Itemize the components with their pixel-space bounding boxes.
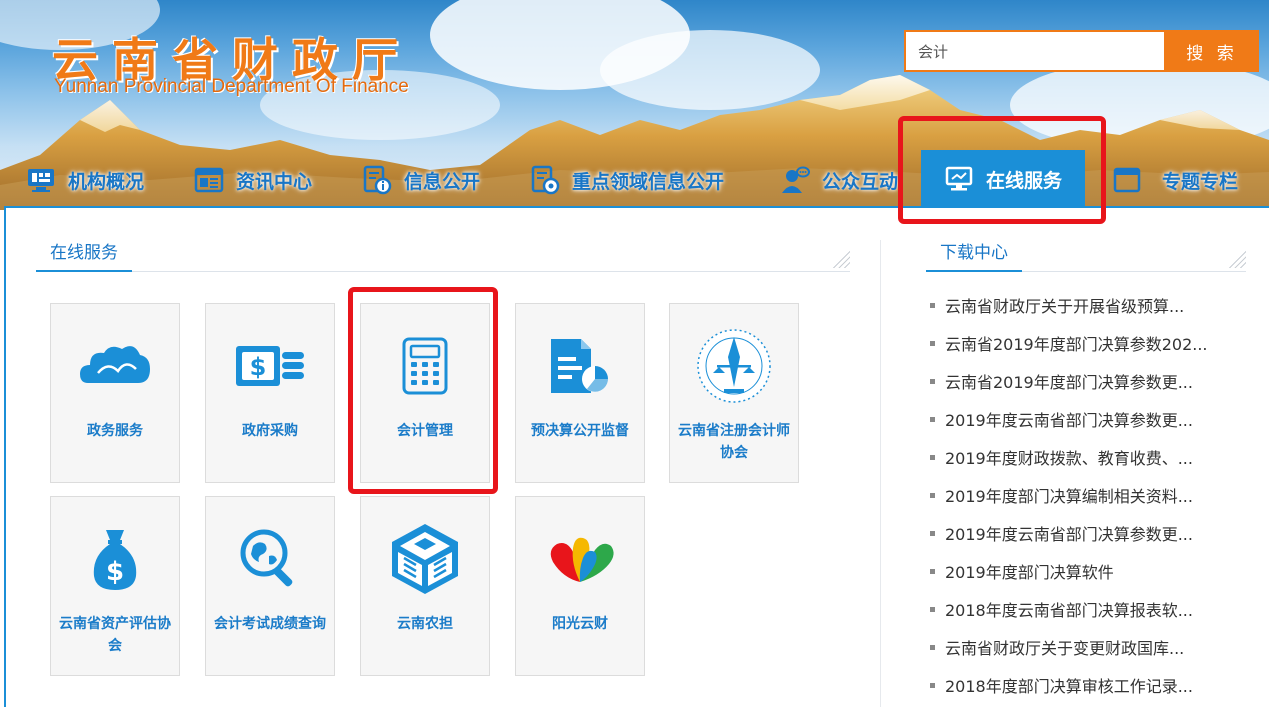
bullet-icon [930,416,935,422]
tile-label: 政务服务 [87,423,143,439]
bullet-icon [930,568,935,574]
bullet-icon [930,454,935,460]
tile-budget-disclosure[interactable]: 预决算公开监督 [515,303,645,483]
bullet-icon [930,530,935,536]
section-title[interactable]: 在线服务 [36,238,132,272]
tile-yunnan-agri-guarantee[interactable]: 云南农担 [360,496,490,676]
logo-english-title[interactable]: Yunnan Provincial Department Of Finance [54,76,409,98]
svg-text:$: $ [250,353,267,381]
download-link[interactable]: 云南省财政厅关于开展省级预算... [945,293,1184,317]
tile-government-procurement[interactable]: $ 政府采购 [205,303,335,483]
nav-label: 专题专栏 [1162,170,1239,193]
highlight-box-online-service [898,116,1106,224]
column-divider [880,240,881,707]
search-input[interactable] [904,30,1166,72]
highlight-box-accounting-management [348,287,498,494]
tile-asset-appraisal-association[interactable]: $ 云南省资产评估协会 [50,496,180,676]
search-button[interactable]: 搜 索 [1165,30,1259,72]
download-list: 云南省财政厅关于开展省级预算... 云南省2019年度部门决算参数202... … [930,286,1240,704]
list-item[interactable]: 云南省2019年度部门决算参数202... [930,324,1240,362]
news-icon [194,165,224,195]
list-item[interactable]: 2018年度云南省部门决算报表软... [930,590,1240,628]
nav-item-org-overview[interactable]: 机构概况 [26,158,144,202]
list-item[interactable]: 2019年度云南省部门决算参数更... [930,400,1240,438]
list-item[interactable]: 2019年度财政拨款、教育收费、... [930,438,1240,476]
section-title[interactable]: 下载中心 [926,238,1022,272]
money-card-icon: $ [230,326,310,406]
list-item[interactable]: 2019年度部门决算软件 [930,552,1240,590]
tile-label: 云南省注册会计师协会 [678,423,790,461]
nav-label: 公众互动 [822,170,899,193]
info-icon [362,165,392,195]
tile-cpa-association[interactable]: 云南省注册会计师协会 [669,303,799,483]
key-info-icon [530,165,560,195]
org-icon [26,165,56,195]
download-link[interactable]: 2019年度部门决算编制相关资料... [945,483,1193,507]
download-link[interactable]: 云南省财政厅关于变更财政国库... [945,635,1184,659]
globe-search-icon [230,519,310,599]
bullet-icon [930,644,935,650]
tile-label: 云南农担 [397,616,453,632]
download-link[interactable]: 2018年度云南省部门决算报表软... [945,597,1193,621]
download-link[interactable]: 2019年度云南省部门决算参数更... [945,407,1193,431]
download-link[interactable]: 云南省2019年度部门决算参数更... [945,369,1193,393]
cloud-icon [75,326,155,406]
list-item[interactable]: 云南省财政厅关于变更财政国库... [930,628,1240,666]
list-item[interactable]: 2018年度部门决算审核工作记录... [930,666,1240,704]
list-item[interactable]: 2019年度部门决算编制相关资料... [930,476,1240,514]
scale-emblem-icon [694,326,774,406]
bullet-icon [930,492,935,498]
corner-decoration [830,248,850,268]
download-link[interactable]: 2019年度财政拨款、教育收费、... [945,445,1193,469]
nav-item-special-topics[interactable]: 专题专栏 [1112,158,1238,202]
nav-label: 机构概况 [68,170,145,193]
download-link[interactable]: 2019年度部门决算软件 [945,559,1114,583]
nav-label: 信息公开 [404,170,481,193]
bullet-icon [930,682,935,688]
nav-item-news-center[interactable]: 资讯中心 [194,158,312,202]
nav-label: 重点领域信息公开 [572,170,725,193]
tile-label: 云南省资产评估协会 [59,616,171,654]
tile-exam-score-query[interactable]: 会计考试成绩查询 [205,496,335,676]
bullet-icon [930,378,935,384]
interaction-icon [780,165,810,195]
download-link[interactable]: 2018年度部门决算审核工作记录... [945,673,1193,697]
bullet-icon [930,302,935,308]
tile-label: 预决算公开监督 [531,423,629,439]
bullet-icon [930,606,935,612]
cube-logo-icon [385,519,465,599]
tile-government-service[interactable]: 政务服务 [50,303,180,483]
list-item[interactable]: 2019年度云南省部门决算参数更... [930,514,1240,552]
money-bag-icon: $ [75,519,155,599]
tile-sunshine-finance[interactable]: 阳光云财 [515,496,645,676]
list-item[interactable]: 云南省2019年度部门决算参数更... [930,362,1240,400]
online-service-header: 在线服务 [36,238,850,272]
peacock-logo-icon [540,519,620,599]
tile-label: 政府采购 [242,423,298,439]
window-icon [1112,165,1142,195]
nav-label: 资讯中心 [236,170,313,193]
bullet-icon [930,340,935,346]
download-link[interactable]: 2019年度云南省部门决算参数更... [945,521,1193,545]
download-link[interactable]: 云南省2019年度部门决算参数202... [945,331,1208,355]
nav-item-public-interaction[interactable]: 公众互动 [780,158,898,202]
svg-text:$: $ [106,557,124,587]
document-chart-icon [540,326,620,406]
nav-item-key-areas[interactable]: 重点领域信息公开 [530,158,724,202]
list-item[interactable]: 云南省财政厅关于开展省级预算... [930,286,1240,324]
tile-label: 会计考试成绩查询 [214,616,326,632]
nav-item-info-disclosure[interactable]: 信息公开 [362,158,480,202]
download-center-header: 下载中心 [926,238,1246,272]
corner-decoration [1226,248,1246,268]
tile-label: 阳光云财 [552,616,608,632]
